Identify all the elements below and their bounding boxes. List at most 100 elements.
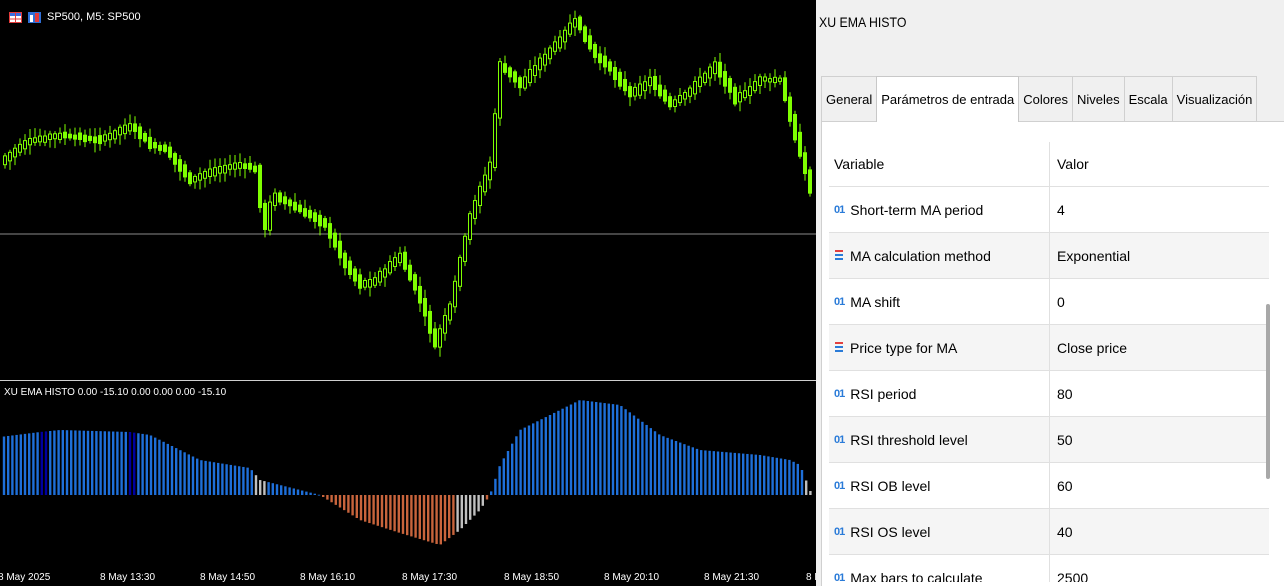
candle-body: [278, 192, 282, 203]
tab-scale[interactable]: Escala: [1123, 76, 1173, 122]
histogram-bar: [175, 448, 178, 495]
candle-body: [38, 135, 42, 143]
candle-body: [563, 29, 567, 43]
candle-body: [328, 223, 332, 239]
candle-body: [733, 86, 737, 105]
tab-colors[interactable]: Colores: [1018, 76, 1074, 122]
indicator-histogram[interactable]: [0, 380, 816, 572]
parameter-row[interactable]: 01 RSI OS level 40: [829, 509, 1269, 555]
histogram-bar: [238, 466, 241, 495]
histogram-bar: [721, 451, 724, 495]
parameter-row[interactable]: Price type for MA Close price: [829, 325, 1269, 371]
candle-body: [193, 175, 197, 183]
histogram-bar: [217, 462, 220, 495]
candle-body: [463, 235, 467, 262]
histogram-bar: [225, 464, 228, 495]
histogram-bar: [805, 480, 808, 495]
candle-body: [58, 132, 62, 140]
candle-body: [648, 76, 652, 87]
parameter-row[interactable]: 01 RSI threshold level 50: [829, 417, 1269, 463]
histogram-bar: [439, 495, 442, 545]
histogram-bar: [565, 406, 568, 495]
grid-scrollbar[interactable]: [1266, 304, 1270, 479]
parameter-value[interactable]: 0: [1049, 279, 1269, 324]
parameter-value[interactable]: 50: [1049, 417, 1269, 462]
histogram-bar: [469, 495, 472, 520]
histogram-bar: [729, 452, 732, 495]
parameter-row[interactable]: 01 Short-term MA period 4: [829, 187, 1269, 233]
candle-body: [753, 81, 757, 92]
time-tick-label: 8 May 14:50: [200, 572, 256, 583]
candle-body: [298, 204, 302, 213]
histogram-bar: [712, 451, 715, 495]
time-tick-label: 8 M: [806, 572, 816, 583]
candle-body: [363, 280, 367, 288]
histogram-bar: [376, 495, 379, 526]
histogram-bar: [145, 434, 148, 495]
histogram-bar: [544, 417, 547, 495]
int-type-icon: 01: [834, 295, 845, 308]
parameter-row[interactable]: 01 RSI OB level 60: [829, 463, 1269, 509]
histogram-bar: [595, 402, 598, 495]
histogram-bar: [19, 434, 22, 495]
candle-body: [318, 214, 322, 227]
candle-body: [538, 57, 542, 71]
parameter-row[interactable]: 01 MA shift 0: [829, 279, 1269, 325]
tab-levels[interactable]: Niveles: [1072, 76, 1125, 122]
histogram-bar: [737, 453, 741, 495]
candle-body: [53, 133, 57, 140]
parameter-value[interactable]: Close price: [1049, 325, 1269, 370]
parameter-row[interactable]: 01 RSI period 80: [829, 371, 1269, 417]
histogram-bar: [532, 423, 535, 495]
candle-body: [13, 147, 17, 158]
column-header-value[interactable]: Valor: [1049, 142, 1269, 186]
tab-general[interactable]: General: [821, 76, 878, 122]
candle-body: [283, 196, 287, 205]
candle-body: [153, 142, 157, 149]
candle-body: [708, 66, 712, 79]
parameter-name: Short-term MA period: [850, 201, 984, 218]
candle-body: [513, 71, 517, 83]
histogram-bar: [317, 494, 321, 496]
candle-body: [628, 86, 632, 98]
histogram-bar: [733, 452, 736, 495]
int-type-icon: 01: [834, 479, 845, 492]
tab-input-parameters[interactable]: Parámetros de entrada: [876, 76, 1020, 122]
parameter-value[interactable]: 2500: [1049, 555, 1269, 582]
candle-body: [313, 212, 317, 222]
candle-body: [683, 92, 687, 100]
candle-body: [718, 61, 722, 78]
table-icon[interactable]: [9, 11, 22, 23]
candle-body: [578, 16, 582, 31]
column-header-variable[interactable]: Variable: [829, 156, 1049, 172]
candle-body: [18, 143, 22, 153]
parameter-value[interactable]: 40: [1049, 509, 1269, 554]
price-chart[interactable]: [0, 0, 816, 380]
candle-body: [623, 78, 627, 92]
candle-body: [608, 61, 612, 72]
histogram-bar: [74, 430, 77, 495]
enum-type-icon: [835, 341, 843, 352]
candle-body: [458, 256, 462, 287]
parameter-value[interactable]: Exponential: [1049, 233, 1269, 278]
histogram-bar: [742, 453, 745, 495]
parameter-row[interactable]: 01 Max bars to calculate 2500: [829, 555, 1269, 582]
histogram-bar: [456, 495, 459, 532]
histogram-bar: [800, 470, 804, 495]
candle-body: [88, 135, 92, 141]
parameter-value[interactable]: 80: [1049, 371, 1269, 416]
histogram-bar: [200, 460, 203, 495]
candle-body: [178, 159, 182, 172]
candle-body: [338, 240, 342, 259]
price-chart-area[interactable]: SP500, M5: SP500 XU EMA HISTO 0.00 -15.1…: [0, 0, 816, 586]
histogram-bar: [208, 461, 211, 495]
int-type-icon: 01: [834, 203, 845, 216]
parameter-row[interactable]: MA calculation method Exponential: [829, 233, 1269, 279]
chart-window-icon[interactable]: [28, 11, 41, 23]
histogram-bar: [578, 400, 581, 495]
parameter-value[interactable]: 60: [1049, 463, 1269, 508]
parameter-value[interactable]: 4: [1049, 187, 1269, 232]
tab-visualization[interactable]: Visualización: [1171, 76, 1258, 122]
histogram-bar: [301, 490, 304, 495]
candle-body: [28, 137, 32, 146]
